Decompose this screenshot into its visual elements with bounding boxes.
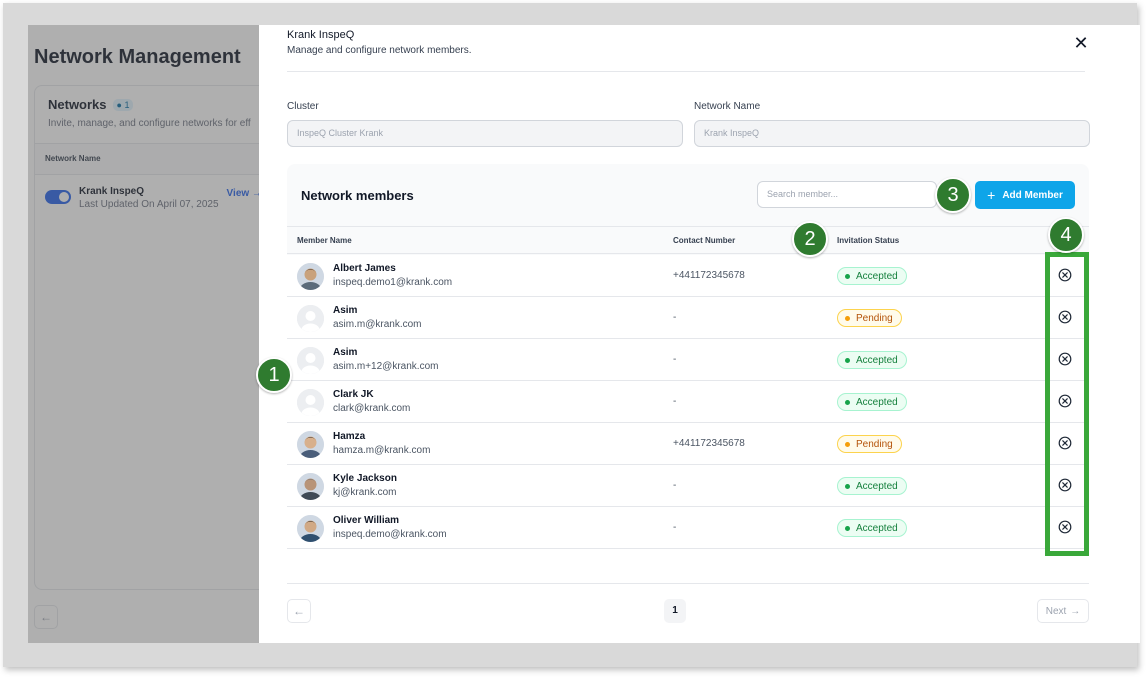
status-badge: Accepted — [837, 393, 907, 411]
network-drawer: Krank InspeQ Manage and configure networ… — [259, 25, 1140, 643]
status-dot-icon — [845, 315, 850, 321]
member-row: Hamza hamza.m@krank.com +441172345678 Pendi… — [287, 423, 1089, 465]
member-email: inspeq.demo@krank.com — [333, 529, 447, 540]
cluster-field[interactable]: InspeQ Cluster Krank — [287, 120, 683, 147]
modal-backdrop[interactable] — [28, 25, 259, 643]
status-badge: Accepted — [837, 519, 907, 537]
avatar — [297, 347, 324, 374]
status-badge: Pending — [837, 435, 902, 453]
next-label: Next — [1045, 605, 1067, 617]
member-name: Asim — [333, 305, 358, 316]
member-name: Oliver William — [333, 515, 400, 526]
member-contact: - — [673, 354, 677, 365]
member-row: Kyle Jackson kj@krank.com - Accepted — [287, 465, 1089, 507]
status-dot-icon — [845, 273, 850, 279]
status-dot-icon — [845, 441, 850, 447]
member-email: clark@krank.com — [333, 403, 411, 414]
status-badge: Accepted — [837, 477, 907, 495]
avatar — [297, 263, 324, 290]
member-row: Asim asim.m+12@krank.com - Accepted — [287, 339, 1089, 381]
status-label: Accepted — [856, 354, 898, 366]
avatar — [297, 305, 324, 332]
status-label: Accepted — [856, 522, 898, 534]
add-member-button[interactable]: + Add Member — [975, 181, 1075, 209]
status-dot-icon — [845, 483, 850, 489]
plus-icon: + — [987, 187, 996, 203]
avatar — [297, 389, 324, 416]
member-contact: - — [673, 312, 677, 323]
add-member-label: Add Member — [1002, 189, 1063, 201]
member-email: inspeq.demo1@krank.com — [333, 277, 453, 288]
drawer-subtitle: Manage and configure network members. — [287, 45, 472, 56]
member-email: hamza.m@krank.com — [333, 445, 431, 456]
members-table-header: Member Name Contact Number Invitation St… — [287, 226, 1089, 254]
member-name: Asim — [333, 347, 358, 358]
network-name-label: Network Name — [694, 101, 761, 112]
status-badge: Pending — [837, 309, 902, 327]
member-contact: - — [673, 480, 677, 491]
column-invitation-status: Invitation Status — [837, 236, 900, 245]
member-contact: +441172345678 — [673, 270, 745, 281]
annotation-marker-2: 2 — [792, 221, 828, 257]
avatar — [297, 515, 324, 542]
members-panel: Network members Search member... + Add M… — [287, 164, 1089, 549]
member-email: kj@krank.com — [333, 487, 397, 498]
cluster-label: Cluster — [287, 101, 319, 112]
prev-page-button[interactable]: ← — [287, 599, 311, 623]
member-row: Clark JK clark@krank.com - Accepted — [287, 381, 1089, 423]
status-label: Accepted — [856, 270, 898, 282]
search-member-input[interactable]: Search member... — [757, 181, 937, 208]
member-row: Albert James inspeq.demo1@krank.com +44117… — [287, 255, 1089, 297]
member-name: Hamza — [333, 431, 366, 442]
status-dot-icon — [845, 525, 850, 531]
member-name: Clark JK — [333, 389, 374, 400]
member-email: asim.m@krank.com — [333, 319, 422, 330]
close-icon[interactable]: ✕ — [1072, 34, 1090, 52]
member-name: Kyle Jackson — [333, 473, 397, 484]
member-row: Oliver William inspeq.demo@krank.com - Acce… — [287, 507, 1089, 549]
avatar — [297, 431, 324, 458]
status-dot-icon — [845, 399, 850, 405]
member-email: asim.m+12@krank.com — [333, 361, 439, 372]
status-dot-icon — [845, 357, 850, 363]
network-name-field[interactable]: Krank InspeQ — [694, 120, 1090, 147]
column-contact-number: Contact Number — [673, 236, 736, 245]
arrow-right-icon: → — [1070, 605, 1081, 617]
next-page-button[interactable]: Next → — [1037, 599, 1089, 623]
footer-divider — [287, 583, 1089, 584]
status-label: Accepted — [856, 480, 898, 492]
drawer-title: Krank InspeQ — [287, 29, 355, 41]
annotation-marker-4: 4 — [1048, 217, 1084, 253]
member-name: Albert James — [333, 263, 396, 274]
page-number-current[interactable]: 1 — [664, 599, 686, 623]
members-title: Network members — [301, 188, 414, 203]
annotation-marker-1: 1 — [256, 357, 292, 393]
remove-column-highlight — [1045, 252, 1089, 556]
avatar — [297, 473, 324, 500]
status-label: Accepted — [856, 396, 898, 408]
member-contact: +441172345678 — [673, 438, 745, 449]
member-contact: - — [673, 396, 677, 407]
status-label: Pending — [856, 438, 893, 450]
status-badge: Accepted — [837, 267, 907, 285]
annotation-marker-3: 3 — [935, 177, 971, 213]
status-label: Pending — [856, 312, 893, 324]
header-divider — [287, 71, 1085, 72]
app-screen: Network Management Networks ● 1 Invite, … — [28, 25, 1140, 643]
column-member-name: Member Name — [297, 236, 352, 245]
status-badge: Accepted — [837, 351, 907, 369]
member-contact: - — [673, 522, 677, 533]
member-row: Asim asim.m@krank.com - Pending — [287, 297, 1089, 339]
